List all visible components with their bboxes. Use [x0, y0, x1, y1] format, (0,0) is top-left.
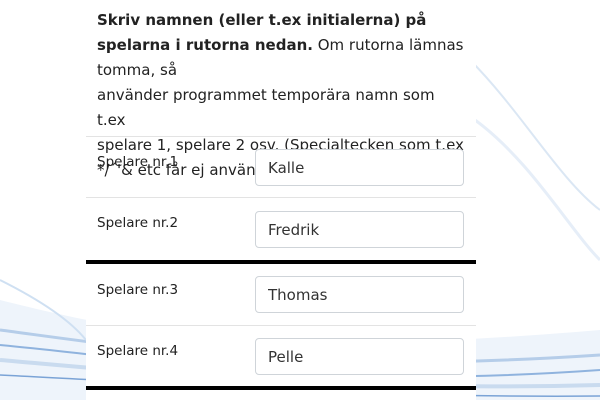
- row-divider: [86, 325, 476, 326]
- row-divider: [86, 136, 476, 137]
- player-4-name-input[interactable]: [255, 338, 464, 375]
- instructions-line2: använder programmet temporära namn som t…: [97, 86, 435, 129]
- player-2-label: Spelare nr.2: [97, 215, 179, 231]
- player-names-panel: Skriv namnen (eller t.ex initialerna) på…: [86, 0, 476, 400]
- player-1-name-input[interactable]: [255, 149, 464, 186]
- player-2-name-input[interactable]: [255, 211, 464, 248]
- group-divider: [86, 260, 476, 264]
- player-3-name-input[interactable]: [255, 276, 464, 313]
- player-3-label: Spelare nr.3: [97, 282, 179, 298]
- row-divider: [86, 197, 476, 198]
- player-1-label: Spelare nr.1: [97, 154, 179, 170]
- player-4-label: Spelare nr.4: [97, 343, 179, 359]
- group-divider: [86, 386, 476, 390]
